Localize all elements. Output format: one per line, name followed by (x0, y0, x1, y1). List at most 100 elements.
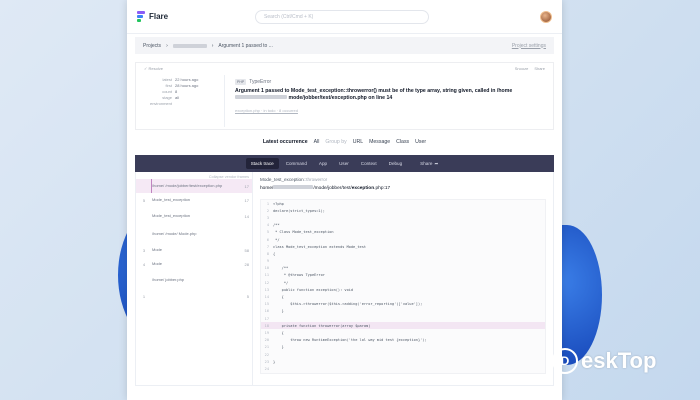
line-number: 12 (264, 280, 269, 285)
line-number: 14 (264, 295, 269, 300)
line-source: */ (273, 280, 289, 285)
line-source: $this->throwerror($this->adding('error_r… (273, 302, 423, 307)
error-type-row: PHP TypeError (235, 79, 545, 85)
frame-line: 14 (244, 213, 249, 219)
frame-label: Mode (152, 260, 163, 266)
watermark: D eskTop (552, 348, 656, 374)
line-source: } (273, 359, 276, 364)
code-line: 22 (261, 351, 545, 358)
line-source: } (273, 309, 284, 314)
line-number: 24 (264, 366, 269, 371)
code-line: 6 */ (261, 236, 545, 243)
error-message: Argument 1 passed to Mode_test_exception… (235, 88, 545, 102)
code-line: 8{ (261, 250, 545, 257)
tab-stack-trace[interactable]: Stack trace (245, 158, 279, 169)
app-logo[interactable]: Flare (137, 10, 255, 23)
project-settings-link[interactable]: Project settings (512, 43, 546, 49)
frame-number: 1 (142, 293, 146, 299)
code-class: Mode_test_exception (260, 177, 304, 182)
group-by-class[interactable]: Class (396, 139, 409, 145)
avatar[interactable] (540, 10, 552, 23)
line-number: 10 (264, 266, 269, 271)
group-by-url[interactable]: URL (353, 139, 363, 145)
card-toolbar: ✓ Resolve Snooze Share (136, 63, 553, 73)
stack-frame[interactable]: /home/ /mode/ Mode.php (136, 225, 252, 243)
error-meta: latest 22 hours ago first 28 hours ago cou… (144, 77, 224, 107)
line-number: 15 (264, 302, 269, 307)
resolve-button[interactable]: ✓ Resolve (144, 66, 163, 71)
code-file-path[interactable]: home/ /mode/jobber/test/exception.php:17 (260, 185, 546, 191)
frame-label: Mode_test_exception (152, 212, 191, 218)
share-tab[interactable]: Share ➦ (415, 158, 443, 170)
search-input[interactable]: Search (Ctrl/Cmd + K) (255, 9, 429, 24)
frame-label: /home/ jobber.php (152, 276, 185, 282)
frame-line: 5 (246, 293, 249, 299)
error-body: PHP TypeError Argument 1 passed to Mode_… (235, 79, 545, 113)
group-by-user[interactable]: User (415, 139, 426, 145)
line-source: private function throwerror(array $param… (273, 323, 371, 328)
code-line: 2 declare(strict_types=1); (261, 207, 545, 214)
breadcrumb: Projects › › Argument 1 passed to ... Pr… (135, 37, 554, 54)
chevron-right-icon: › (211, 42, 214, 49)
stack-frame[interactable]: 4 Mode 28 (136, 257, 252, 271)
code-line: 20 throw new RuntimeException('the lol w… (261, 337, 545, 344)
line-number: 20 (264, 338, 269, 343)
path-prefix: home/ (260, 186, 274, 191)
code-line: 3 (261, 214, 545, 221)
watermark-text: eskTop (581, 348, 657, 373)
stack-frame[interactable]: 3 Mode 58 (136, 243, 252, 257)
line-source: declare(strict_types=1); (273, 208, 325, 213)
all-occurrences[interactable]: All (314, 139, 320, 145)
code-line: 21 } (261, 344, 545, 351)
code-line: 11 * @throws TypeError (261, 272, 545, 279)
stack-frame[interactable]: Mode_test_exception 14 (136, 207, 252, 225)
flare-logo-icon (137, 10, 145, 23)
snooze-button[interactable]: Snooze (515, 66, 529, 71)
frame-label: /home/ /mode/jobber/test/exception.php (152, 182, 223, 188)
code-snippet: 1 <?php 2 declare(strict_types=1); 3 4/** 5 * … (260, 199, 546, 374)
code-line: 9 (261, 258, 545, 265)
line-source: <?php (273, 201, 284, 206)
tab-user[interactable]: User (334, 158, 354, 169)
code-line: 15 $this->throwerror($this->adding('erro… (261, 301, 545, 308)
line-source: { (273, 330, 284, 335)
code-line: 10 /** (261, 265, 545, 272)
line-number: 9 (266, 259, 269, 264)
group-by-message[interactable]: Message (369, 139, 390, 145)
tab-debug[interactable]: Debug (384, 158, 408, 169)
breadcrumb-current: Argument 1 passed to ... (218, 42, 273, 49)
group-by-label: Group by (325, 139, 347, 145)
code-method: ::throwerror (303, 177, 328, 182)
redacted-path (273, 185, 314, 189)
redacted-project-name[interactable] (172, 43, 207, 48)
tab-app[interactable]: App (314, 158, 332, 169)
stack-frame[interactable]: 15 (136, 289, 252, 303)
stack-frame[interactable]: /home/ /mode/jobber/test/exception.php 17 (136, 179, 252, 193)
code-line: 18 private function throwerror(array $pa… (261, 322, 545, 330)
meta-row: environment (144, 101, 224, 107)
frame-line: 28 (244, 261, 249, 267)
breadcrumb-projects[interactable]: Projects (143, 43, 161, 49)
stack-frame[interactable]: /home/ jobber.php (136, 271, 252, 289)
meta-value: 28 hours ago (175, 83, 199, 88)
line-number: 7 (266, 244, 269, 249)
stack-frame[interactable]: 5 Mode_test_exception 17 (136, 193, 252, 207)
share-button[interactable]: Share (534, 66, 545, 71)
watermark-logo-icon: D (552, 348, 578, 374)
tab-context[interactable]: Context (356, 158, 382, 169)
error-links[interactable]: exception.php · in todo · 8 occurred (235, 108, 545, 113)
line-number: 23 (264, 359, 269, 364)
line-source: { (273, 295, 284, 300)
line-source: /** (273, 223, 280, 228)
flare-window: Flare Search (Ctrl/Cmd + K) Projects › ›… (127, 0, 562, 400)
meta-key: environment (149, 101, 172, 106)
code-line: 7 class Mode_test_exception extends Mode_… (261, 243, 545, 250)
line-number: 16 (264, 309, 269, 314)
tab-command[interactable]: Command (281, 158, 312, 169)
frame-label: Mode (152, 246, 163, 252)
line-number: 2 (266, 208, 269, 213)
latest-occurrence[interactable]: Latest occurrence (263, 139, 308, 145)
stack-trace-panel: Collapse vendor frames /home/ /mode/jobb… (135, 172, 554, 386)
line-source: throw new RuntimeException('the lol way … (273, 338, 427, 343)
divider (224, 75, 225, 127)
